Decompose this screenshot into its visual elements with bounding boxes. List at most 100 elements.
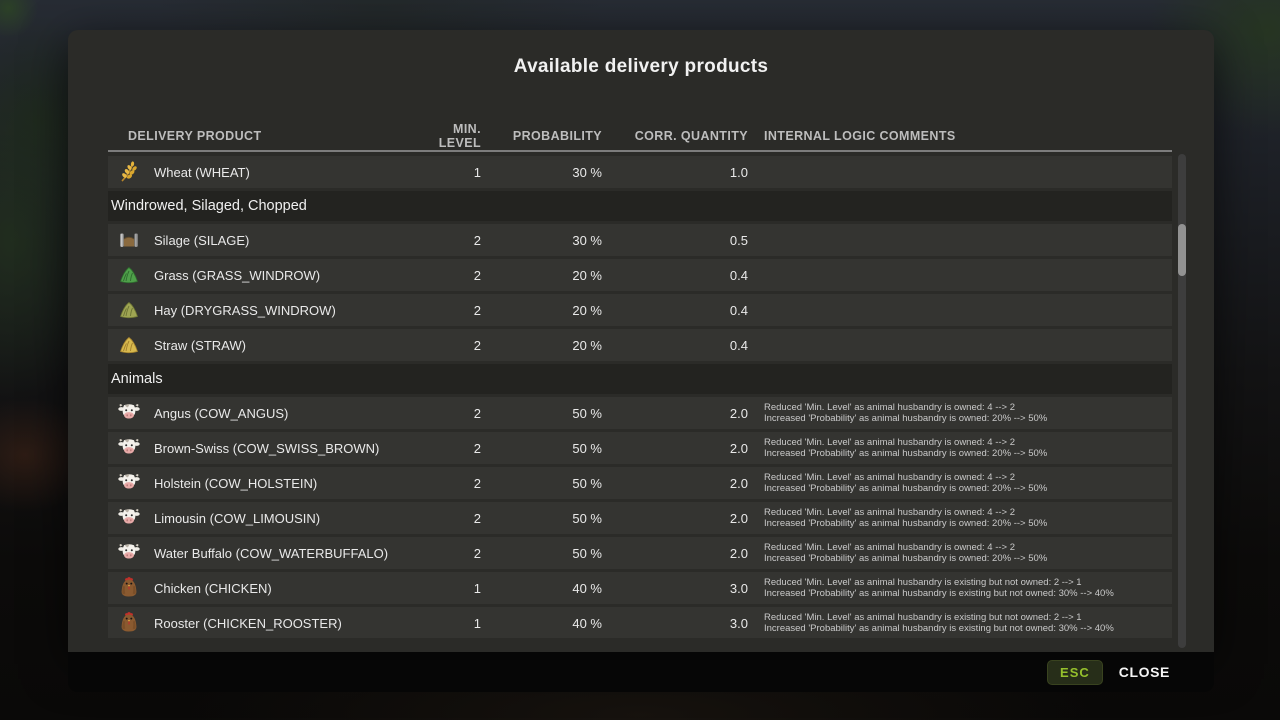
logic-comments: Reduced 'Min. Level' as animal husbandry… <box>748 437 1172 459</box>
probability-value: 50 % <box>481 511 602 526</box>
cow-icon <box>116 505 142 531</box>
probability-value: 40 % <box>481 581 602 596</box>
logic-comment-line: Reduced 'Min. Level' as animal husbandry… <box>764 612 1172 623</box>
probability-value: 40 % <box>481 616 602 631</box>
product-cell: Rooster (CHICKEN_ROOSTER) <box>108 610 408 636</box>
logic-comment-line: Increased 'Probability' as animal husban… <box>764 413 1172 424</box>
column-header-internal-logic-comments: INTERNAL LOGIC COMMENTS <box>748 129 1172 143</box>
logic-comment-line: Reduced 'Min. Level' as animal husbandry… <box>764 437 1172 448</box>
product-name: Chicken (CHICKEN) <box>154 581 272 596</box>
column-header-corr-quantity: CORR. QUANTITY <box>602 129 748 143</box>
product-name: Holstein (COW_HOLSTEIN) <box>154 476 317 491</box>
probability-value: 50 % <box>481 441 602 456</box>
min-level-value: 2 <box>408 303 481 318</box>
logic-comment-line: Increased 'Probability' as animal husban… <box>764 483 1172 494</box>
logic-comment-line: Reduced 'Min. Level' as animal husbandry… <box>764 472 1172 483</box>
min-level-value: 2 <box>408 511 481 526</box>
product-cell: Angus (COW_ANGUS) <box>108 400 408 426</box>
corr-quantity-value: 2.0 <box>602 441 748 456</box>
table-row: Limousin (COW_LIMOUSIN)250 %2.0Reduced '… <box>108 502 1172 534</box>
min-level-value: 2 <box>408 406 481 421</box>
table-row: Holstein (COW_HOLSTEIN)250 %2.0Reduced '… <box>108 467 1172 499</box>
column-header-delivery-product: DELIVERY PRODUCT <box>108 129 408 143</box>
corr-quantity-value: 2.0 <box>602 406 748 421</box>
logic-comments: Reduced 'Min. Level' as animal husbandry… <box>748 542 1172 564</box>
product-name: Angus (COW_ANGUS) <box>154 406 288 421</box>
table-row: Angus (COW_ANGUS) 250 %2.0 Reduced 'Min. L… <box>108 397 1172 429</box>
logic-comment-line: Increased 'Probability' as animal husban… <box>764 448 1172 459</box>
probability-value: 50 % <box>481 546 602 561</box>
min-level-value: 2 <box>408 546 481 561</box>
logic-comments: Reduced 'Min. Level' as animal husbandry… <box>748 402 1172 424</box>
product-cell: Limousin (COW_LIMOUSIN) <box>108 505 408 531</box>
product-name: Rooster (CHICKEN_ROOSTER) <box>154 616 342 631</box>
min-level-value: 1 <box>408 616 481 631</box>
table-row: Grass (GRASS_WINDROW)220 %0.4 <box>108 259 1172 291</box>
product-name: Hay (DRYGRASS_WINDROW) <box>154 303 336 318</box>
product-cell: Water Buffalo (COW_WATERBUFFALO) <box>108 540 408 566</box>
corr-quantity-value: 3.0 <box>602 581 748 596</box>
corr-quantity-value: 2.0 <box>602 511 748 526</box>
probability-value: 50 % <box>481 406 602 421</box>
cow-icon <box>116 400 142 426</box>
logic-comments: Reduced 'Min. Level' as animal husbandry… <box>748 612 1172 634</box>
logic-comment-line: Reduced 'Min. Level' as animal husbandry… <box>764 577 1172 588</box>
straw-icon <box>116 332 142 358</box>
table-row: Hay (DRYGRASS_WINDROW)220 %0.4 <box>108 294 1172 326</box>
dialog-title: Available delivery products <box>68 56 1214 78</box>
header-divider <box>108 150 1172 152</box>
corr-quantity-value: 2.0 <box>602 546 748 561</box>
corr-quantity-value: 3.0 <box>602 616 748 631</box>
table-scroll-viewport[interactable]: Wheat (WHEAT)130 %1.0Windrowed, Silaged,… <box>108 156 1172 638</box>
delivery-products-table: DELIVERY PRODUCT MIN. LEVEL PROBABILITY … <box>108 122 1172 638</box>
section-header-row: Windrowed, Silaged, Chopped <box>108 191 1172 221</box>
table-row: Wheat (WHEAT)130 %1.0 <box>108 156 1172 188</box>
table-row: Silage (SILAGE) 230 %0.5 <box>108 224 1172 256</box>
delivery-products-dialog: Available delivery products DELIVERY PRO… <box>68 30 1214 652</box>
product-name: Brown-Swiss (COW_SWISS_BROWN) <box>154 441 379 456</box>
product-cell: Holstein (COW_HOLSTEIN) <box>108 470 408 496</box>
table-row: Straw (STRAW)220 %0.4 <box>108 329 1172 361</box>
table-body: Wheat (WHEAT)130 %1.0Windrowed, Silaged,… <box>108 156 1172 638</box>
product-name: Water Buffalo (COW_WATERBUFFALO) <box>154 546 388 561</box>
product-name: Straw (STRAW) <box>154 338 246 353</box>
product-cell: Brown-Swiss (COW_SWISS_BROWN) <box>108 435 408 461</box>
product-cell: Wheat (WHEAT) <box>108 159 408 185</box>
probability-value: 30 % <box>481 233 602 248</box>
probability-value: 50 % <box>481 476 602 491</box>
probability-value: 30 % <box>481 165 602 180</box>
product-name: Wheat (WHEAT) <box>154 165 250 180</box>
section-header-row: Animals <box>108 364 1172 394</box>
hay-icon <box>116 297 142 323</box>
scrollbar-thumb[interactable] <box>1178 224 1186 276</box>
chicken-icon <box>116 610 142 636</box>
scrollbar[interactable] <box>1178 154 1186 648</box>
dialog-footer: ESC CLOSE <box>68 652 1214 692</box>
product-cell: Hay (DRYGRASS_WINDROW) <box>108 297 408 323</box>
corr-quantity-value: 0.5 <box>602 233 748 248</box>
table-row: Rooster (CHICKEN_ROOSTER) 140 %3.0 Reduced… <box>108 607 1172 638</box>
esc-key-badge[interactable]: ESC <box>1047 660 1103 685</box>
logic-comment-line: Reduced 'Min. Level' as animal husbandry… <box>764 542 1172 553</box>
product-cell: Chicken (CHICKEN) <box>108 575 408 601</box>
silage-icon <box>116 227 142 253</box>
table-row: Water Buffalo (COW_WATERBUFFALO) 250 %2.0… <box>108 537 1172 569</box>
product-name: Grass (GRASS_WINDROW) <box>154 268 320 283</box>
min-level-value: 2 <box>408 233 481 248</box>
logic-comments: Reduced 'Min. Level' as animal husbandry… <box>748 472 1172 494</box>
probability-value: 20 % <box>481 303 602 318</box>
table-row: Brown-Swiss (COW_SWISS_BROWN) 250 %2.0 Red… <box>108 432 1172 464</box>
close-button[interactable]: CLOSE <box>1119 664 1170 680</box>
product-name: Silage (SILAGE) <box>154 233 249 248</box>
min-level-value: 2 <box>408 268 481 283</box>
min-level-value: 2 <box>408 441 481 456</box>
logic-comment-line: Reduced 'Min. Level' as animal husbandry… <box>764 402 1172 413</box>
corr-quantity-value: 2.0 <box>602 476 748 491</box>
column-header-probability: PROBABILITY <box>481 129 602 143</box>
cow-icon <box>116 435 142 461</box>
grass-icon <box>116 262 142 288</box>
probability-value: 20 % <box>481 338 602 353</box>
probability-value: 20 % <box>481 268 602 283</box>
min-level-value: 1 <box>408 581 481 596</box>
product-cell: Straw (STRAW) <box>108 332 408 358</box>
